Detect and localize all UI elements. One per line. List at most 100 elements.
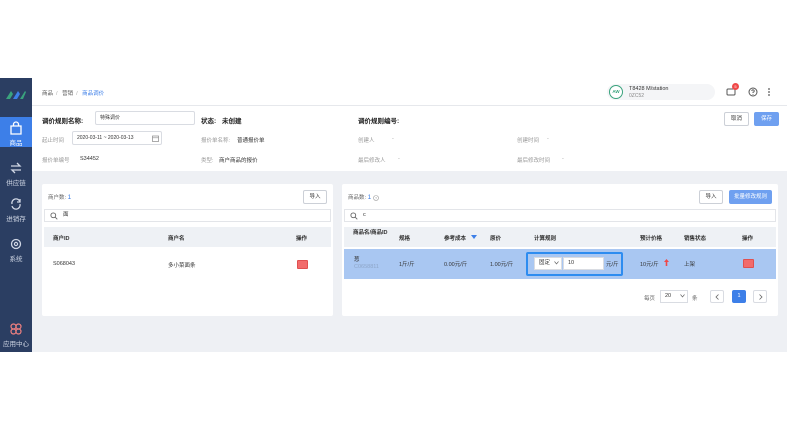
gear-icon [10,238,22,250]
rule-op-select[interactable]: 固定 [534,257,562,270]
rule-name-label: 调价规则名称: [42,118,84,125]
batch-edit-rule-button[interactable]: 批量修改规则 [729,190,772,204]
save-button[interactable]: 保存 [754,112,779,126]
sidebar-item-products[interactable]: 商品 [0,117,32,147]
merchant-table-header: 商户ID 商户名 操作 [44,227,331,247]
rule-value-input[interactable]: 10 [563,257,604,270]
modify-time-label: 最后修改时间 [517,158,551,164]
product-count-value: 1 [367,194,372,201]
rule-unit: 元/斤 [606,262,619,268]
sidebar-item-supply-chain[interactable]: 供应链 [0,161,32,191]
next-page-button[interactable] [753,290,767,303]
delete-merchant-button[interactable] [297,260,308,269]
rule-no-label: 调价规则编号: [358,118,400,125]
merchant-name: 多小菜面条 [168,263,196,269]
chevron-down-icon [680,294,685,298]
per-page-select[interactable]: 20 [660,290,688,303]
notification-badge: 5 [732,83,739,90]
logo-icon [6,91,26,99]
modifier-label: 最后修改人 [358,158,386,164]
breadcrumb-current: 商品调价 [82,91,105,97]
sidebar-item-label: 应用中心 [3,341,29,348]
sidebar: 商品 供应链 进销存 系统 应用中心 [0,78,32,352]
price-list-value: 普通报价单 [237,138,265,144]
product-new-price: 10元/斤 [640,262,659,268]
sort-desc-icon[interactable] [471,235,477,240]
product-spec: 1斤/斤 [399,262,415,268]
rule-editor: 固定 10 元/斤 [526,252,623,276]
arrows-icon [10,162,22,174]
apps-icon [10,323,22,335]
merchant-card: 商户数: 1 导入 面 商户ID 商户名 操作 S068043 多小菜面条 [42,184,333,316]
create-time-label: 创建时间 [517,138,540,144]
store-name: T8428 M/station [629,86,669,92]
product-cost: 0.00元/斤 [444,262,468,268]
status-label: 状态: [201,118,217,125]
per-page-label: 每页 [644,296,656,302]
merchant-search-input[interactable]: 面 [44,209,331,222]
chevron-right-icon [758,294,763,300]
merchant-search-value: 面 [63,212,69,218]
sidebar-item-label: 供应链 [6,180,26,187]
top-header: 商品 / 营销 / 商品调价 AW T8428 M/station 0ZC52 5 [32,78,787,106]
info-icon: ? [372,194,379,201]
sidebar-item-inventory[interactable]: 进销存 [0,197,32,227]
search-icon [350,212,358,220]
calendar-icon [152,135,159,142]
creator-label: 创建人 [358,138,375,144]
merchant-import-button[interactable]: 导入 [303,190,327,204]
store-avatar: AW [609,85,623,99]
chevron-left-icon [714,294,719,300]
modify-time-value: - [562,156,564,162]
col-price: 原价 [490,236,502,242]
page-button-current[interactable]: 1 [732,290,746,303]
creator-value: - [392,136,394,142]
bag-icon [10,121,22,135]
date-range-input[interactable]: 2020-03-11 ~ 2020-03-13 [72,131,162,145]
store-switcher[interactable]: AW T8428 M/station 0ZC52 [607,84,715,100]
product-import-button[interactable]: 导入 [699,190,723,204]
col-merchant-action: 操作 [296,236,308,242]
breadcrumb-item[interactable]: 营销 [62,91,73,97]
merchant-id: S068043 [53,261,76,267]
product-status: 上架 [684,262,696,268]
product-price: 1.00元/斤 [490,262,514,268]
prev-page-button[interactable] [710,290,724,303]
cycle-icon [11,198,21,210]
modifier-value: - [398,156,400,162]
product-search-input[interactable]: c [344,209,776,222]
rule-name-input[interactable]: 特殊调价 [95,111,195,125]
product-id: C0658811 [354,264,379,270]
more-icon[interactable] [764,87,774,97]
breadcrumb-item[interactable]: 商品 [42,91,53,97]
price-list-label: 报价单名称: [201,138,231,144]
station-value: S34452 [80,156,99,162]
store-code: 0ZC52 [629,93,645,99]
merchant-count-value: 1 [67,194,72,201]
date-range-value: 2020-03-11 ~ 2020-03-13 [77,135,134,141]
col-sale-status: 销售状态 [684,236,707,242]
time-label: 起止时间 [42,138,65,144]
product-search-value: c [363,212,366,218]
merchant-count: 商户数: 1 [48,194,72,201]
sidebar-item-label: 商品 [9,140,23,147]
help-icon[interactable] [748,87,758,97]
col-merchant-name: 商户名 [168,236,185,242]
product-table-header: 商品名/商品ID 规格 参考成本 原价 计算规则 预计价格 销售状态 操作 [344,227,776,247]
cancel-button[interactable]: 取消 [724,112,749,126]
chevron-down-icon [554,261,559,265]
app-shell: 商品 供应链 进销存 系统 应用中心 商品 / 营销 / 商品调价 AW T8428… [0,78,787,352]
sidebar-item-system[interactable]: 系统 [0,237,32,267]
col-product-action: 操作 [742,236,754,242]
sidebar-item-label: 进销存 [6,216,26,223]
rule-op-value: 固定 [539,260,551,266]
col-ref-cost: 参考成本 [444,236,467,242]
product-name: 葱 [354,257,360,263]
per-page-unit: 条 [692,296,698,302]
delete-product-button[interactable] [743,259,754,268]
status-value: 未创建 [222,118,242,125]
type-value: 商户商品的报价 [219,158,258,164]
col-product-name: 商品名/商品ID [353,230,388,236]
sidebar-item-app-center[interactable]: 应用中心 [0,322,32,352]
rule-form-panel: 调价规则名称: 特殊调价 状态: 未创建 调价规则编号: 起止时间 2020-0… [32,106,787,171]
